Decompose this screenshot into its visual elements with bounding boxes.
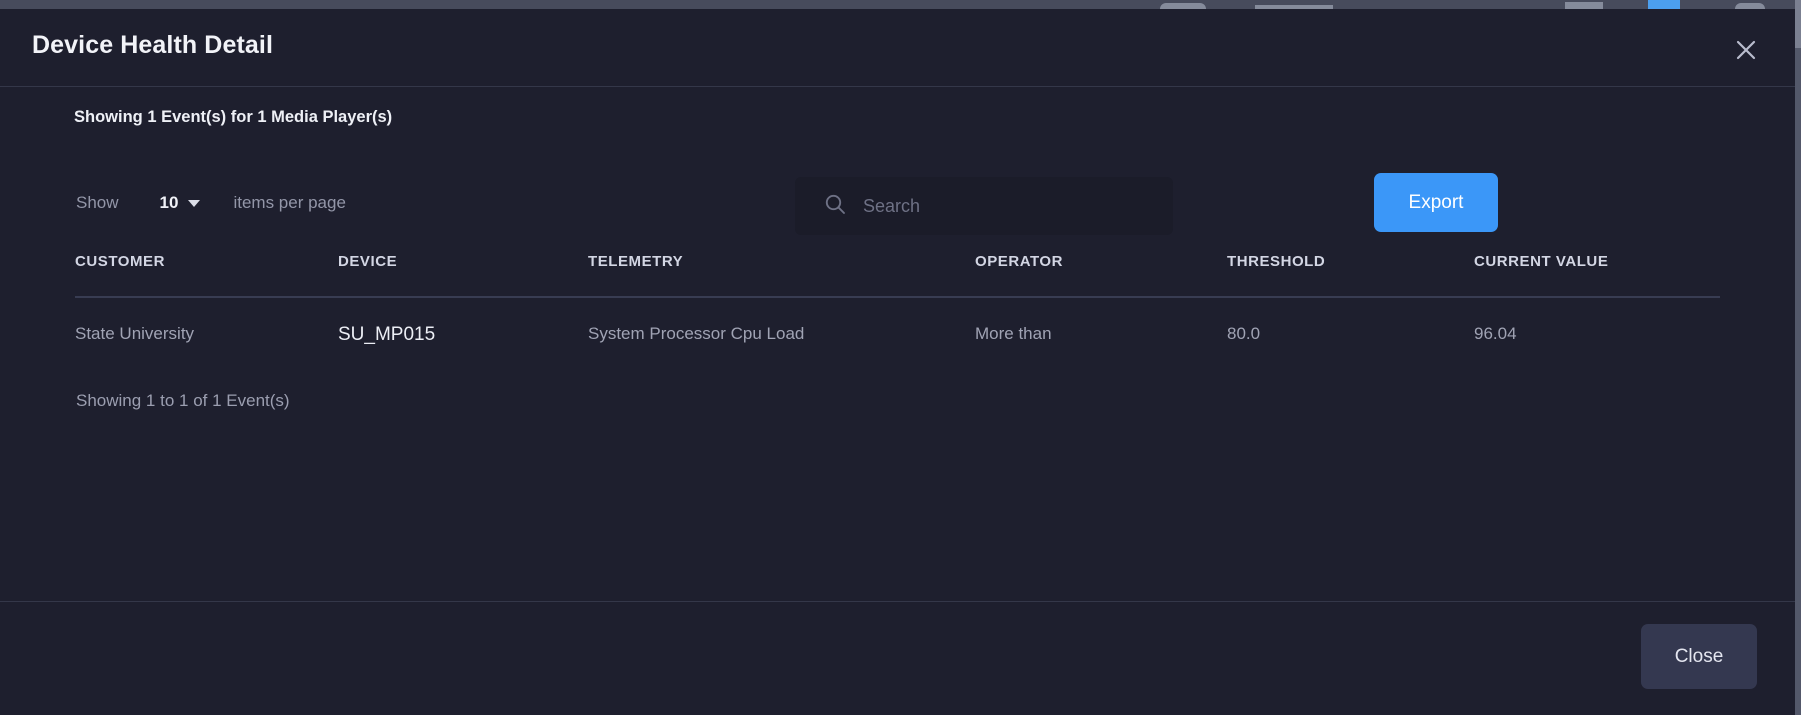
cell-operator: More than bbox=[975, 324, 1052, 343]
close-button[interactable]: Close bbox=[1641, 624, 1757, 689]
table-footer-status: Showing 1 to 1 of 1 Event(s) bbox=[76, 391, 290, 410]
table-row[interactable]: State University SU_MP015 System Process… bbox=[75, 297, 1720, 346]
table-body: State University SU_MP015 System Process… bbox=[75, 297, 1720, 346]
page-size-value: 10 bbox=[159, 193, 179, 212]
events-table: CUSTOMER DEVICE TELEMETRY OPERATOR THRES… bbox=[75, 253, 1720, 346]
page-size-control: Show 10 items per page bbox=[76, 193, 346, 213]
table-controls: Show 10 items per page Export bbox=[0, 173, 1795, 239]
background-widget-sliver bbox=[1565, 2, 1603, 9]
show-label: Show bbox=[76, 193, 119, 212]
cell-device: SU_MP015 bbox=[338, 324, 436, 345]
dialog-footer: Close bbox=[0, 601, 1795, 714]
background-accent-sliver bbox=[1648, 0, 1680, 9]
cell-customer: State University bbox=[75, 324, 195, 343]
column-header-telemetry[interactable]: TELEMETRY bbox=[588, 253, 975, 298]
table-header: CUSTOMER DEVICE TELEMETRY OPERATOR THRES… bbox=[75, 253, 1720, 298]
search-box[interactable] bbox=[795, 177, 1173, 235]
column-header-operator[interactable]: OPERATOR bbox=[975, 253, 1227, 298]
dialog-body: Showing 1 Event(s) for 1 Media Player(s)… bbox=[0, 87, 1795, 601]
search-icon bbox=[823, 192, 847, 221]
column-header-current-value[interactable]: CURRENT VALUE bbox=[1474, 253, 1720, 298]
cell-telemetry: System Processor Cpu Load bbox=[588, 324, 805, 343]
column-header-threshold[interactable]: THRESHOLD bbox=[1227, 253, 1474, 298]
page-scrollbar-track[interactable] bbox=[1795, 0, 1801, 715]
column-header-customer[interactable]: CUSTOMER bbox=[75, 253, 338, 298]
column-header-device[interactable]: DEVICE bbox=[338, 253, 588, 298]
items-per-page-label: items per page bbox=[233, 193, 346, 212]
cell-current-value: 96.04 bbox=[1474, 324, 1517, 343]
device-health-detail-dialog: Device Health Detail Showing 1 Event(s) … bbox=[0, 9, 1795, 715]
page-scrollbar-thumb[interactable] bbox=[1795, 0, 1801, 48]
page-title: Device Health Detail bbox=[32, 31, 273, 59]
page-size-select[interactable]: 10 bbox=[160, 193, 201, 213]
cell-threshold: 80.0 bbox=[1227, 324, 1261, 343]
dialog-header: Device Health Detail bbox=[0, 9, 1795, 87]
close-icon[interactable] bbox=[1727, 31, 1765, 69]
search-input[interactable] bbox=[861, 194, 1151, 218]
background-page-sliver bbox=[0, 0, 1801, 9]
summary-text: Showing 1 Event(s) for 1 Media Player(s) bbox=[74, 108, 393, 126]
chevron-down-icon bbox=[188, 199, 201, 207]
export-button[interactable]: Export bbox=[1374, 173, 1498, 232]
table-header-row: CUSTOMER DEVICE TELEMETRY OPERATOR THRES… bbox=[75, 253, 1720, 298]
